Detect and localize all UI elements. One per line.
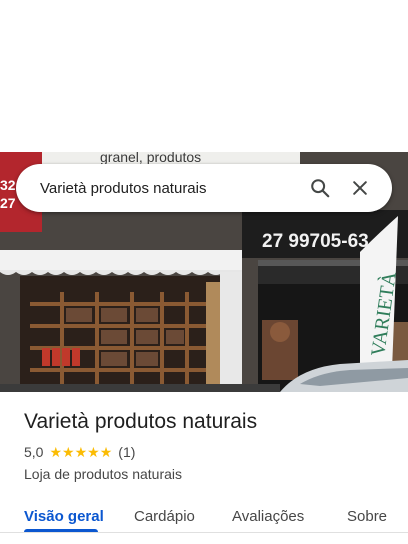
svg-text:27: 27 (0, 195, 16, 211)
svg-text:32: 32 (0, 177, 16, 193)
place-category[interactable]: Loja de produtos naturais (24, 466, 182, 482)
sign-phone-text: 27 99705-63 (262, 231, 369, 252)
star-icon: ★ (99, 444, 113, 460)
place-info-panel: Varietà produtos naturais 5,0 ★ ★ ★ ★ ★ (1) … (0, 392, 408, 544)
tab-menu[interactable]: Cardápio (134, 496, 195, 536)
place-title: Varietà produtos naturais (24, 410, 258, 433)
tab-reviews[interactable]: Avaliações (232, 496, 304, 536)
search-bar[interactable]: Varietà produtos naturais (16, 164, 392, 212)
rating-value: 5,0 (24, 444, 44, 460)
star-icon: ★ (62, 444, 75, 460)
rating-row[interactable]: 5,0 ★ ★ ★ ★ ★ (1) (24, 444, 135, 460)
tabs-divider (0, 532, 408, 533)
map-blank-area (0, 0, 408, 152)
search-input[interactable]: Varietà produtos naturais (40, 180, 300, 197)
review-count[interactable]: (1) (118, 444, 135, 460)
star-icon: ★ (87, 444, 100, 460)
star-icon: ★ (74, 444, 88, 460)
search-icon[interactable] (300, 168, 340, 208)
tab-about[interactable]: Sobre (347, 496, 387, 536)
close-icon[interactable] (340, 168, 380, 208)
star-icon: ★ (49, 444, 63, 460)
rating-stars: ★ ★ ★ ★ ★ (49, 445, 112, 459)
